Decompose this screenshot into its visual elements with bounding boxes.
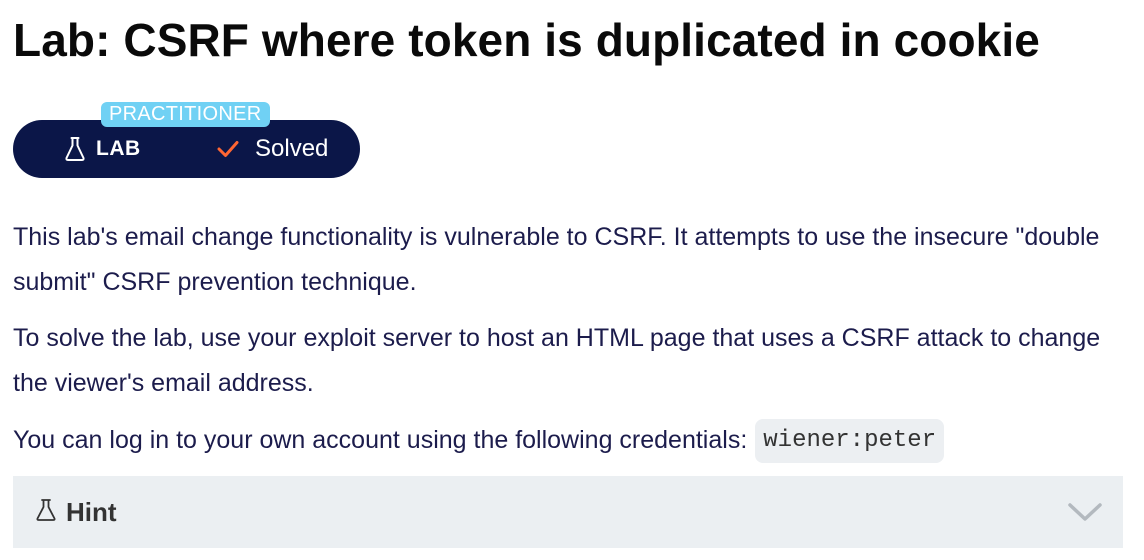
lab-solved-status: Solved <box>217 135 328 163</box>
description-paragraph-3: You can log in to your own account using… <box>13 418 1123 463</box>
lab-page: Lab: CSRF where token is duplicated in c… <box>0 0 1144 560</box>
description-paragraph-2: To solve the lab, use your exploit serve… <box>13 324 1101 397</box>
check-icon <box>217 140 239 158</box>
credentials-code: wiener:peter <box>755 418 945 463</box>
credentials-text: You can log in to your own account using… <box>13 426 748 454</box>
flask-icon <box>35 498 57 522</box>
page-title: Lab: CSRF where token is duplicated in c… <box>13 14 1040 66</box>
chevron-down-icon[interactable] <box>1068 502 1102 522</box>
hint-label: Hint <box>66 497 117 527</box>
description-paragraph-1: This lab's email change functionality is… <box>13 223 1100 296</box>
level-badge: PRACTITIONER <box>101 102 270 127</box>
hint-toggle[interactable]: Hint <box>13 476 1123 548</box>
solved-label: Solved <box>255 135 329 162</box>
lab-type-label: LAB <box>96 137 141 160</box>
flask-icon <box>64 136 86 162</box>
lab-type-chip: LAB <box>64 135 141 163</box>
